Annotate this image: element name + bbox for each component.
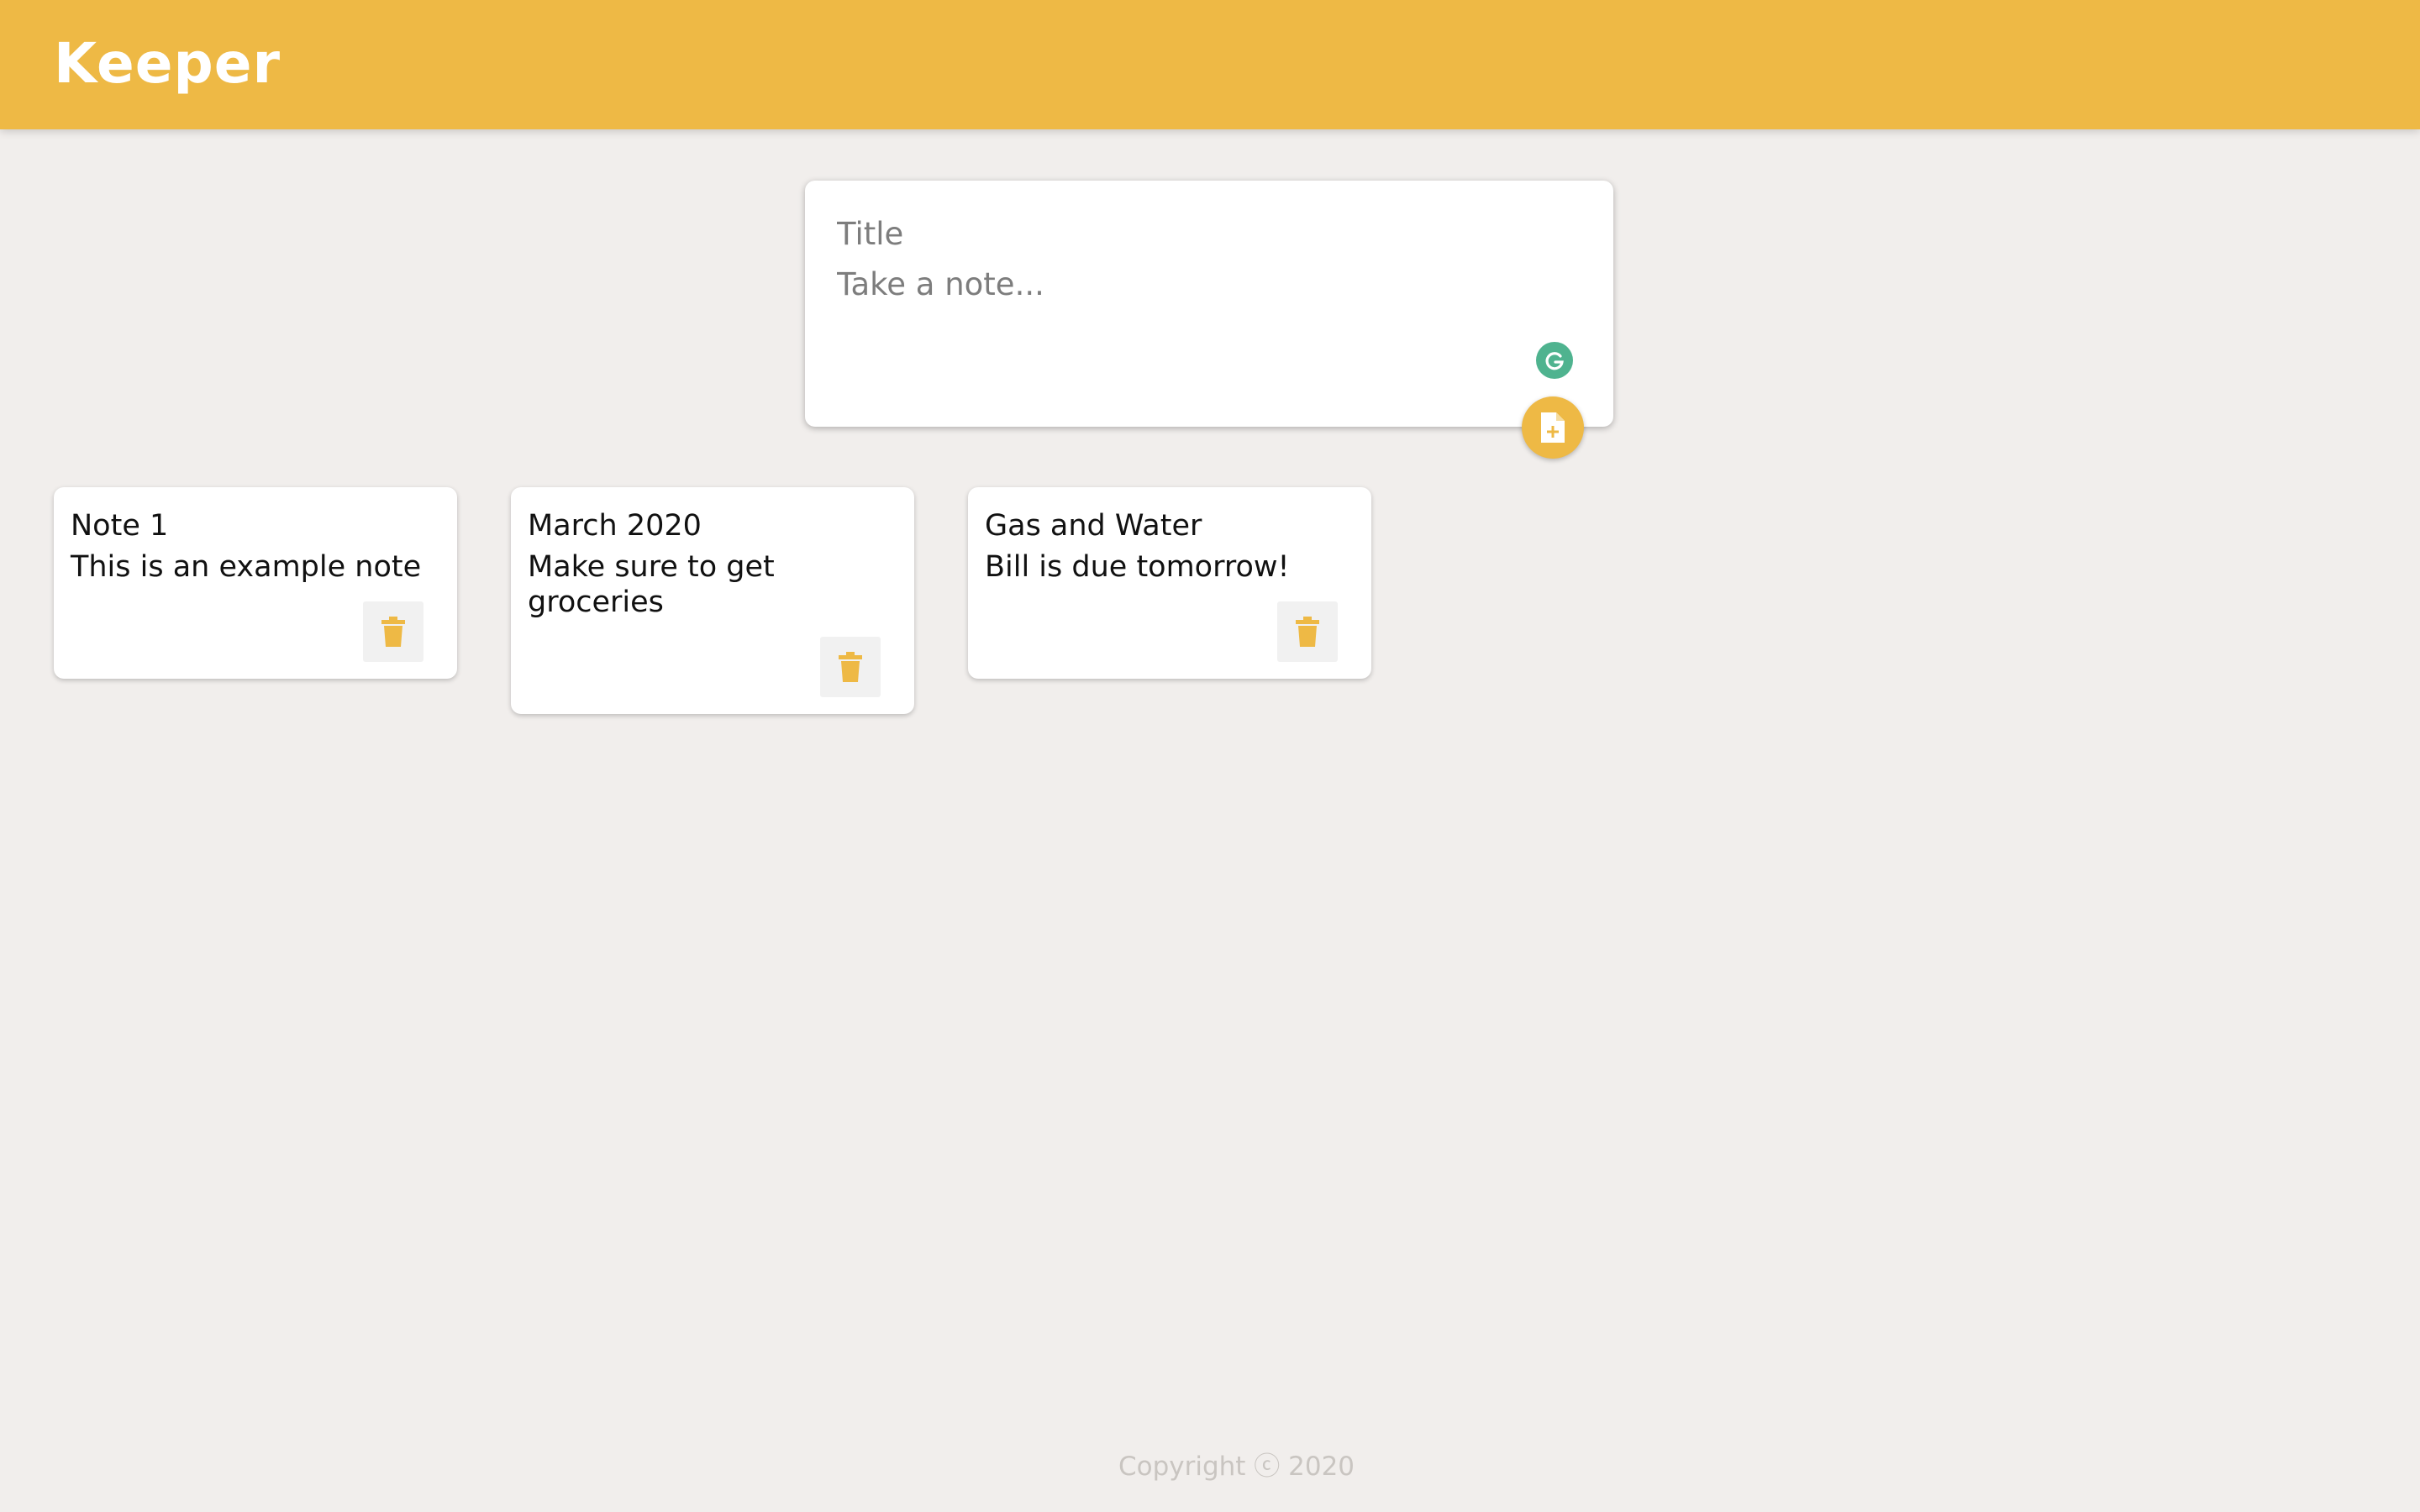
add-note-button[interactable] xyxy=(1522,396,1584,459)
note-content: This is an example note xyxy=(71,550,422,584)
trash-icon xyxy=(839,652,862,682)
note-content: Bill is due tomorrow! xyxy=(985,550,1290,584)
note-card: March 2020 Make sure to get groceries xyxy=(511,487,914,714)
note-content-input[interactable] xyxy=(837,266,1576,317)
note-card: Gas and Water Bill is due tomorrow! xyxy=(968,487,1371,679)
delete-note-button[interactable] xyxy=(1277,601,1338,662)
delete-note-button[interactable] xyxy=(820,637,881,697)
note-card: Note 1 This is an example note xyxy=(54,487,457,679)
app-logo: Keeper xyxy=(54,31,281,96)
note-content: Make sure to get groceries xyxy=(528,550,775,619)
note-title: Gas and Water xyxy=(985,509,1202,543)
copyright-text: Copyright ⓒ 2020 xyxy=(1118,1452,1355,1482)
app-header: Keeper xyxy=(0,0,2420,129)
trash-icon xyxy=(1296,617,1319,647)
note-add-icon xyxy=(1541,412,1565,443)
note-title: Note 1 xyxy=(71,509,169,543)
note-title-input[interactable] xyxy=(837,213,1576,255)
delete-note-button[interactable] xyxy=(363,601,424,662)
grammarly-icon[interactable] xyxy=(1536,342,1573,379)
create-note-form xyxy=(805,181,1613,427)
note-title: March 2020 xyxy=(528,509,702,543)
trash-icon xyxy=(381,617,405,647)
footer: Copyright ⓒ 2020 xyxy=(0,1445,2420,1483)
